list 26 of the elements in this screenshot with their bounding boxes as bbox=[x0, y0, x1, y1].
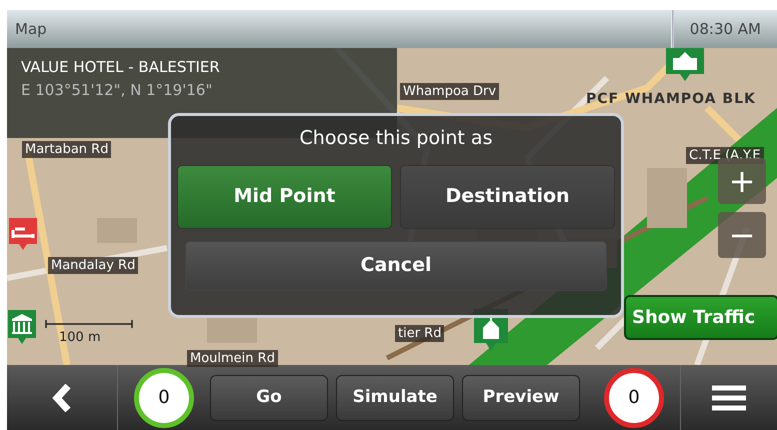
choice-button[interactable]: Mid Point bbox=[177, 164, 392, 228]
counter-badge[interactable]: 0 bbox=[134, 368, 194, 428]
clock-time: 08:30 AM bbox=[688, 18, 762, 40]
back-icon[interactable] bbox=[52, 384, 72, 412]
screen-title: Map bbox=[14, 18, 48, 40]
road-label: Mandalay Rd bbox=[48, 257, 138, 274]
zoom-in-button[interactable]: + bbox=[718, 158, 766, 204]
scale-bar-icon bbox=[45, 319, 133, 329]
location-coordinates: E 103°51'12", N 1°19'16" bbox=[21, 80, 214, 100]
road-label: Martaban Rd bbox=[22, 141, 112, 158]
choice-button[interactable]: Destination bbox=[400, 164, 615, 228]
toolbar-button[interactable]: Simulate bbox=[336, 374, 454, 420]
cancel-button[interactable]: Cancel bbox=[185, 240, 607, 290]
toolbar-button[interactable]: Go bbox=[210, 374, 328, 420]
dialog-title: Choose this point as bbox=[298, 126, 494, 151]
road-label: tier Rd bbox=[395, 325, 444, 342]
show-traffic-button[interactable]: Show Traffic bbox=[624, 295, 777, 340]
counter-badge[interactable]: 0 bbox=[604, 368, 664, 428]
place-label: PCF WHAMPOA BLK bbox=[586, 92, 756, 106]
road-label: Moulmein Rd bbox=[187, 350, 278, 367]
road-label: Whampoa Drv bbox=[400, 83, 500, 100]
zoom-out-button[interactable]: − bbox=[718, 212, 766, 258]
toolbar-button[interactable]: Preview bbox=[462, 374, 580, 420]
scale-label: 100 m bbox=[59, 331, 101, 344]
menu-icon[interactable] bbox=[712, 384, 746, 410]
location-name: VALUE HOTEL - BALESTIER bbox=[21, 57, 221, 78]
